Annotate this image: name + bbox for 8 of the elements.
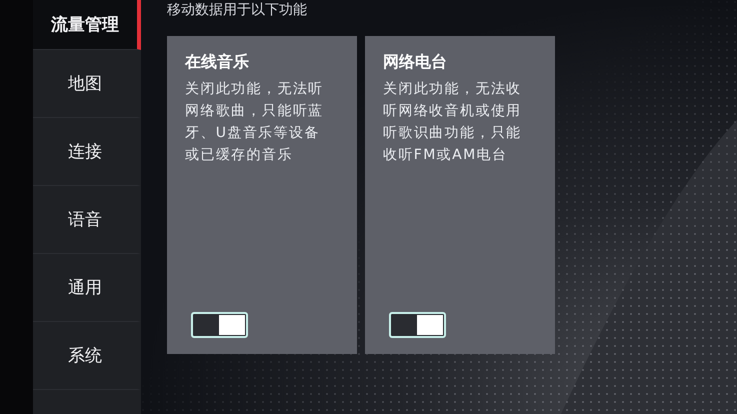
- card-description: 关闭此功能，无法收听网络收音机或使用听歌识曲功能，只能收听FM或AM电台: [383, 80, 523, 165]
- toggle-switch[interactable]: [389, 312, 446, 338]
- card-description: 关闭此功能，无法听网络歌曲，只能听蓝牙、U盘音乐等设备或已缓存的音乐: [185, 80, 325, 165]
- toggle-switch[interactable]: [191, 312, 248, 338]
- card-title: 网络电台: [383, 52, 448, 73]
- card-title: 在线音乐: [185, 52, 250, 73]
- sidebar-item[interactable]: 流量管理: [33, 0, 141, 50]
- section-header: 移动数据用于以下功能: [167, 1, 308, 20]
